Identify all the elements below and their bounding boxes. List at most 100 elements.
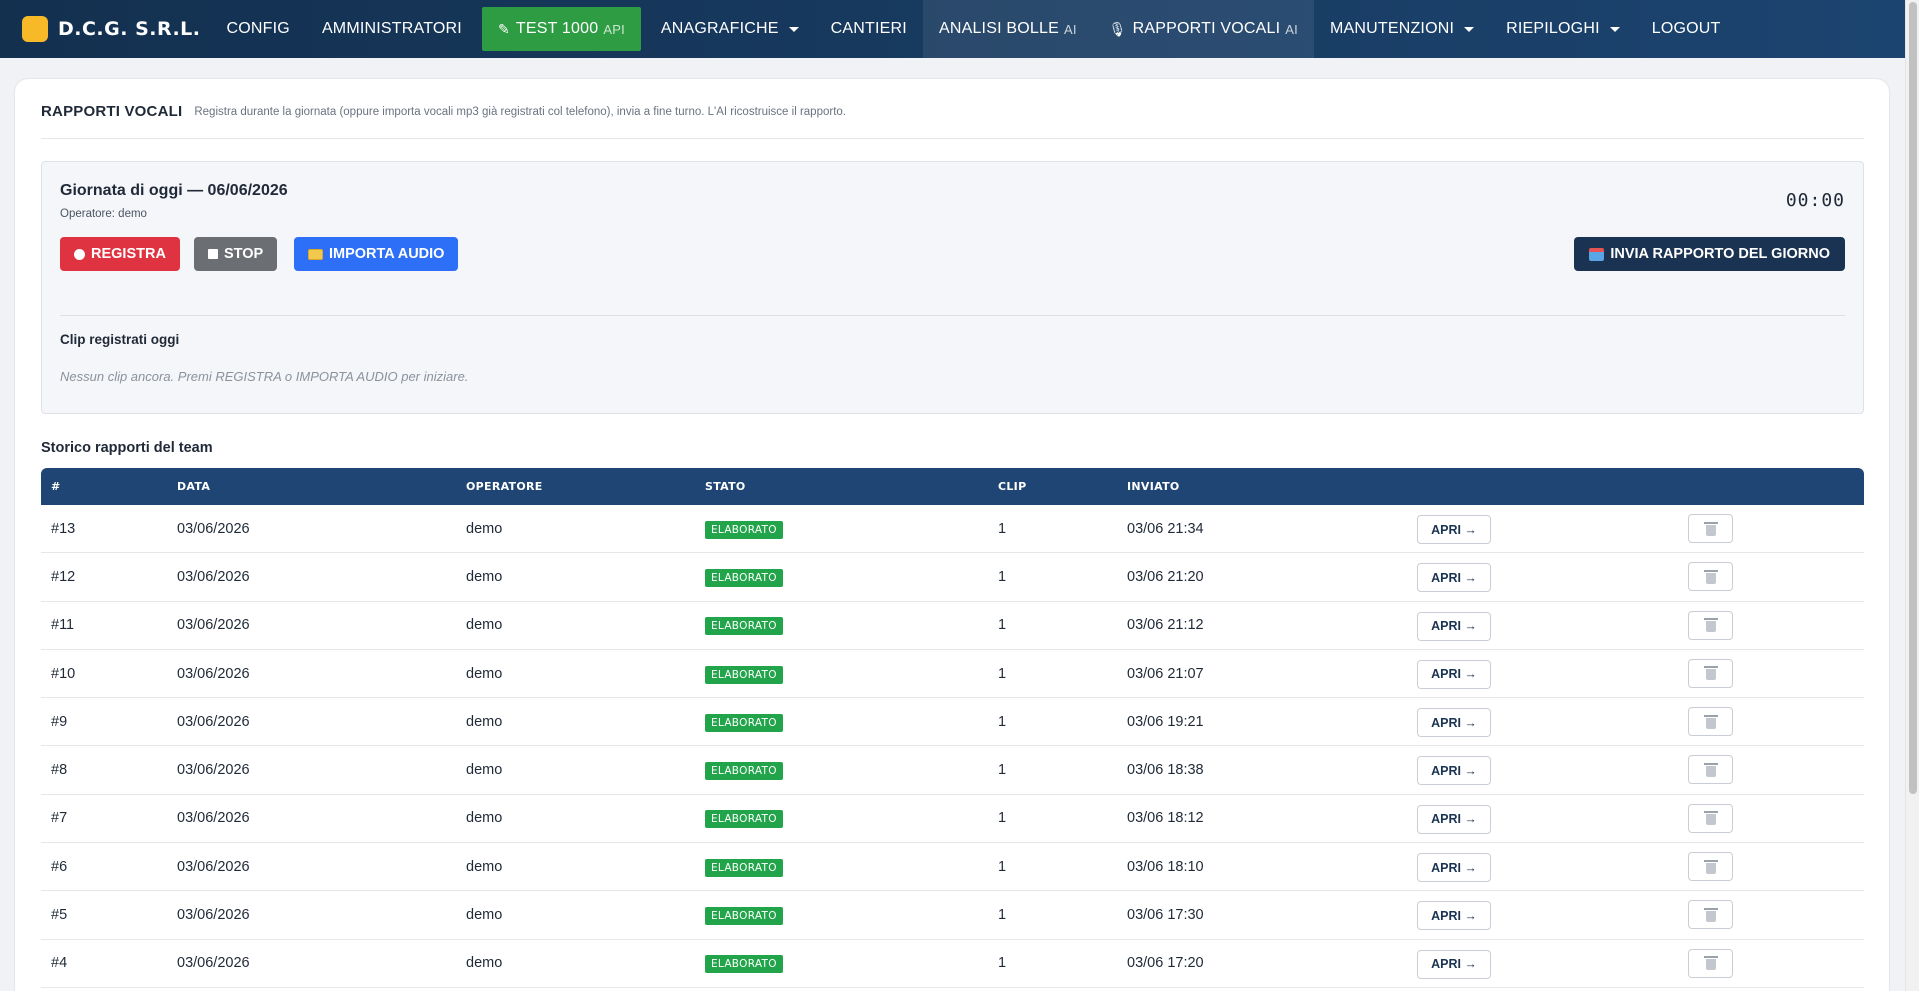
scrollbar-thumb[interactable] — [1909, 2, 1917, 794]
delete-report-button[interactable] — [1688, 900, 1733, 930]
import-audio-button[interactable]: IMPORTA AUDIO — [294, 237, 459, 271]
cell-inviato: 03/06 17:30 — [1127, 907, 1204, 924]
table-row: #9 03/06/2026 demo ELABORATO 1 03/06 19:… — [41, 698, 1864, 747]
delete-report-button[interactable] — [1688, 562, 1733, 592]
cell-inviato: 03/06 21:07 — [1127, 665, 1204, 682]
record-button[interactable]: REGISTRA — [60, 237, 180, 271]
cell-stato: ELABORATO — [705, 810, 783, 829]
open-report-button[interactable]: APRI → — [1417, 515, 1491, 544]
cell-data: 03/06/2026 — [177, 617, 250, 634]
panel-divider — [60, 315, 1845, 316]
cell-id: #6 — [51, 858, 68, 875]
cell-inviato: 03/06 21:12 — [1127, 617, 1204, 634]
nav-manutenzioni[interactable]: MANUTENZIONI — [1314, 0, 1490, 58]
trash-icon — [1703, 569, 1718, 584]
open-report-button[interactable]: APRI → — [1417, 708, 1491, 738]
brand[interactable]: D.C.G. S.R.L. — [0, 0, 211, 58]
nav-riepiloghi[interactable]: RIEPILOGHI — [1490, 0, 1636, 58]
clips-empty-message: Nessun clip ancora. Premi REGISTRA o IMP… — [60, 369, 469, 384]
trash-icon — [1703, 666, 1718, 681]
delete-report-button[interactable] — [1688, 948, 1733, 978]
cell-id: #12 — [51, 568, 76, 585]
page-title: RAPPORTI VOCALI — [41, 103, 183, 120]
microphone-icon: 🎙 — [1108, 20, 1127, 37]
cell-operatore: demo — [466, 617, 503, 634]
page-scrollbar[interactable] — [1905, 0, 1919, 991]
open-report-button[interactable]: APRI → — [1417, 949, 1491, 979]
send-report-label: INVIA RAPPORTO DEL GIORNO — [1610, 246, 1830, 262]
open-report-button[interactable]: APRI → — [1417, 659, 1491, 689]
status-badge: ELABORATO — [705, 810, 783, 829]
cell-stato: ELABORATO — [705, 858, 783, 877]
delete-report-button[interactable] — [1688, 610, 1733, 640]
header-stato: STATO — [705, 480, 746, 493]
nav-cantieri[interactable]: CANTIERI — [815, 0, 923, 58]
open-report-button[interactable]: APRI → — [1417, 756, 1491, 786]
nav-analisi-bolle[interactable]: ANALISI BOLLE AI — [922, 0, 1093, 58]
open-report-button[interactable]: APRI → — [1417, 563, 1491, 593]
header-inviato: INVIATO — [1127, 480, 1180, 493]
nav-logout[interactable]: LOGOUT — [1636, 0, 1737, 58]
delete-report-button[interactable] — [1688, 514, 1733, 543]
cell-operatore: demo — [466, 568, 503, 585]
nav-logout-label: LOGOUT — [1651, 20, 1721, 37]
nav-admins[interactable]: AMMINISTRATORI — [306, 0, 478, 58]
nav-cantieri-label: CANTIERI — [830, 20, 907, 37]
table-row: #12 03/06/2026 demo ELABORATO 1 03/06 21… — [41, 553, 1864, 602]
nav-rapporti-vocali[interactable]: 🎙 RAPPORTI VOCALI AI — [1092, 0, 1314, 58]
cell-id: #8 — [51, 762, 68, 779]
table-row: #6 03/06/2026 demo ELABORATO 1 03/06 18:… — [41, 843, 1864, 892]
cell-inviato: 03/06 18:38 — [1127, 762, 1204, 779]
nav-admins-label: AMMINISTRATORI — [321, 20, 462, 37]
cell-operatore: demo — [466, 762, 503, 779]
cell-stato: ELABORATO — [705, 520, 783, 539]
send-report-button[interactable]: INVIA RAPPORTO DEL GIORNO — [1574, 237, 1845, 271]
cell-data: 03/06/2026 — [177, 907, 250, 924]
cell-operatore: demo — [466, 858, 503, 875]
nav-test[interactable]: ✎ TEST 1000 API — [481, 7, 641, 51]
cell-operatore: demo — [466, 955, 503, 972]
top-navbar: D.C.G. S.R.L. CONFIG AMMINISTRATORI ✎ TE… — [0, 0, 1905, 58]
delete-report-button[interactable] — [1688, 755, 1733, 785]
open-report-button[interactable]: APRI → — [1417, 901, 1491, 931]
cell-data: 03/06/2026 — [177, 955, 250, 972]
nav-anagrafiche[interactable]: ANAGRAFICHE — [645, 0, 815, 58]
trash-icon — [1703, 907, 1718, 922]
status-badge: ELABORATO — [705, 955, 783, 974]
cell-id: #11 — [51, 617, 75, 634]
nav-config[interactable]: CONFIG — [211, 0, 306, 58]
chevron-down-icon — [788, 26, 799, 32]
status-badge: ELABORATO — [705, 713, 783, 732]
status-badge: ELABORATO — [705, 520, 783, 539]
table-header: # DATA OPERATORE STATO CLIP INVIATO — [41, 468, 1864, 505]
cell-stato: ELABORATO — [705, 713, 783, 732]
nav-test-sup: API — [603, 21, 625, 37]
delete-report-button[interactable] — [1688, 658, 1733, 688]
nav-analisi-sup: AI — [1063, 21, 1077, 37]
cell-data: 03/06/2026 — [177, 810, 250, 827]
table-row: #5 03/06/2026 demo ELABORATO 1 03/06 17:… — [41, 891, 1864, 940]
delete-report-button[interactable] — [1688, 852, 1733, 882]
open-report-button[interactable]: APRI → — [1417, 611, 1491, 641]
page-header: RAPPORTI VOCALI Registra durante la gior… — [41, 103, 1864, 139]
delete-report-button[interactable] — [1688, 707, 1733, 737]
trash-icon — [1703, 811, 1718, 826]
main-card: RAPPORTI VOCALI Registra durante la gior… — [14, 78, 1890, 991]
open-report-button[interactable]: APRI → — [1417, 853, 1491, 883]
stop-button[interactable]: STOP — [194, 237, 278, 271]
table-row: #11 03/06/2026 demo ELABORATO 1 03/06 21… — [41, 602, 1864, 650]
stop-button-label: STOP — [224, 246, 264, 262]
status-badge: ELABORATO — [705, 568, 783, 587]
open-report-button[interactable]: APRI → — [1417, 804, 1491, 834]
cell-stato: ELABORATO — [705, 568, 783, 587]
header-data: DATA — [177, 480, 211, 493]
cell-data: 03/06/2026 — [177, 665, 250, 682]
delete-report-button[interactable] — [1688, 803, 1733, 833]
nav-anagrafiche-label: ANAGRAFICHE — [660, 20, 779, 37]
cell-data: 03/06/2026 — [177, 858, 250, 875]
status-badge: ELABORATO — [705, 617, 783, 636]
cell-inviato: 03/06 21:20 — [1127, 568, 1204, 585]
cell-inviato: 03/06 18:12 — [1127, 810, 1204, 827]
cell-operatore: demo — [466, 713, 503, 730]
history-title: Storico rapporti del team — [41, 440, 213, 456]
